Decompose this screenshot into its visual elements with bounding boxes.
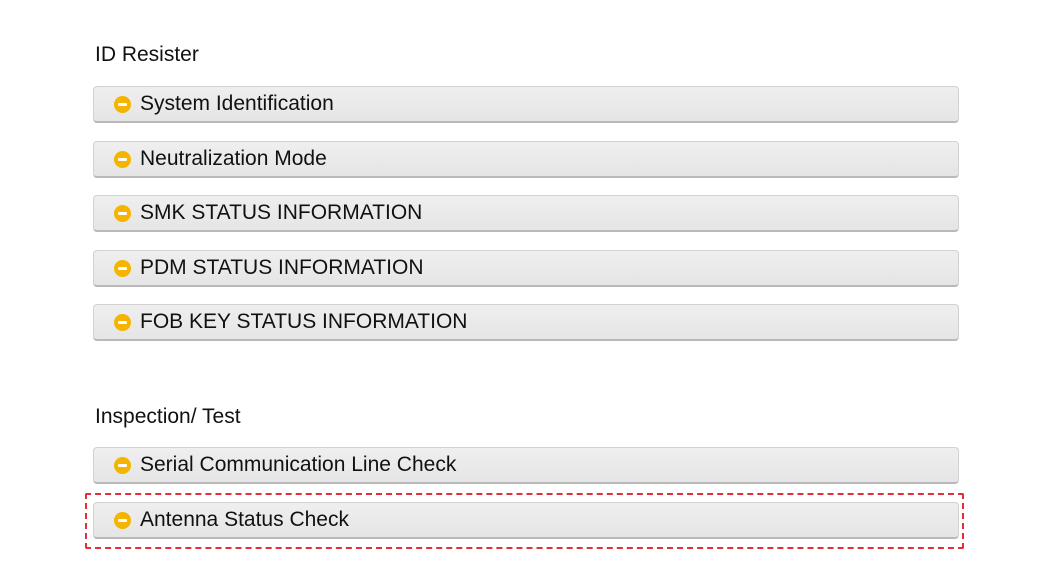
bullet-arrow-icon — [114, 456, 131, 474]
menu-item-label: Antenna Status Check — [140, 508, 349, 531]
menu-item-antenna-status-check[interactable]: Antenna Status Check — [93, 502, 959, 539]
menu-item-label: SMK STATUS INFORMATION — [140, 201, 423, 224]
bullet-arrow-icon — [114, 95, 131, 113]
menu-item-serial-communication-line-check[interactable]: Serial Communication Line Check — [93, 447, 959, 484]
bullet-arrow-icon — [114, 204, 131, 222]
menu-item-fob-key-status-information[interactable]: FOB KEY STATUS INFORMATION — [93, 304, 959, 341]
section-title-inspection-test: Inspection/ Test — [95, 405, 241, 428]
menu-item-label: System Identification — [140, 92, 334, 115]
menu-item-label[interactable]: Serial Communication Line Check — [140, 453, 456, 477]
bullet-arrow-icon — [114, 259, 131, 277]
menu-item-neutralization-mode[interactable]: Neutralization Mode — [93, 141, 959, 178]
menu-item-label: FOB KEY STATUS INFORMATION — [140, 310, 468, 333]
menu-item-smk-status-information[interactable]: SMK STATUS INFORMATION — [93, 195, 959, 232]
menu-item-label: PDM STATUS INFORMATION — [140, 256, 424, 279]
menu-item-label: Neutralization Mode — [140, 147, 327, 170]
bullet-arrow-icon — [114, 313, 131, 331]
bullet-arrow-icon — [114, 511, 131, 529]
section-title-id-resister: ID Resister — [95, 43, 199, 66]
menu-item-system-identification[interactable]: System Identification — [93, 86, 959, 123]
menu-item-pdm-status-information[interactable]: PDM STATUS INFORMATION — [93, 250, 959, 287]
bullet-arrow-icon — [114, 150, 131, 168]
